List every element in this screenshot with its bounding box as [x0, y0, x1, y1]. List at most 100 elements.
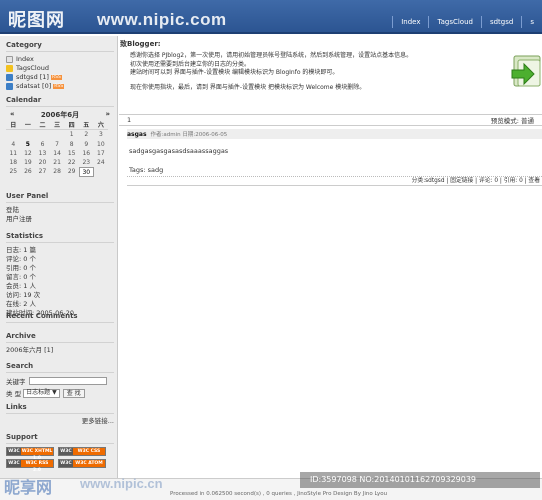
calendar-day[interactable]: 9	[79, 140, 94, 149]
calendar-day[interactable]: 23	[79, 158, 94, 167]
calendar-day[interactable]: 6	[35, 140, 50, 149]
calendar-day[interactable]: 16	[79, 149, 94, 158]
calendar-prev-button[interactable]: «	[10, 110, 15, 120]
view-mode[interactable]: 预览模式: 普通	[491, 115, 534, 125]
calendar-weekday: 一	[20, 121, 36, 131]
archive-title: Archive	[6, 332, 114, 343]
nav-more[interactable]: s	[521, 16, 542, 28]
login-link[interactable]: 登陆	[6, 206, 114, 215]
calendar-day[interactable]: 22	[64, 158, 79, 167]
type-row: 类 型 日志标题 ▼ 查 找	[6, 388, 114, 398]
search-type-select[interactable]: 日志标题 ▼	[23, 388, 60, 398]
calendar-empty-cell	[21, 130, 36, 139]
post-meta: 作者:admin 日期:2006-06-05	[150, 132, 228, 138]
calendar-day[interactable]: 17	[94, 149, 109, 158]
calendar-day[interactable]: 26	[21, 167, 36, 176]
keyword-row: 关键字	[6, 376, 114, 386]
calendar-day[interactable]: 10	[94, 140, 109, 149]
calendar-title: Calendar	[6, 96, 114, 107]
calendar-day[interactable]: 5	[21, 140, 36, 149]
search-type-value: 日志标题	[26, 389, 51, 396]
calendar-month: 2006年6月	[40, 111, 80, 119]
category-item-tagscloud[interactable]: TagsCloud	[6, 64, 114, 73]
calendar-day[interactable]: 11	[6, 149, 21, 158]
category-label: sdtgsd [1]	[16, 73, 49, 81]
calendar-day[interactable]: 12	[21, 149, 36, 158]
calendar-weekday: 日	[6, 121, 21, 131]
support-badges: W3C W3C XHTML 1.0 W3C W3C CSS W3C W3C RSS 2…	[6, 447, 114, 473]
recent-comments-title: Recent Comments	[6, 312, 114, 323]
more-links-link[interactable]: 更多链接...	[6, 417, 114, 426]
calendar-day[interactable]: 2	[79, 130, 94, 139]
welcome-title: 致Blogger:	[120, 40, 161, 48]
watermark-id: ID:3597098 NO:20140101162709329039	[300, 472, 540, 488]
calendar-day[interactable]: 25	[6, 167, 21, 176]
category-title: Category	[6, 41, 114, 52]
w3c-rss-badge[interactable]: W3C W3C RSS 2.0	[6, 459, 54, 473]
category-panel: Category Index TagsCloud sdtgsd [1] RSS …	[6, 41, 114, 91]
welcome-line: 建站时间可以到 界面与插件-设置模块 编辑模块标识为 BlogInfo 的模块即…	[130, 69, 339, 77]
rss-icon[interactable]: RSS	[53, 84, 65, 89]
calendar-day[interactable]: 27	[35, 167, 50, 176]
chevron-down-icon: ▼	[52, 389, 57, 396]
calendar-month-bar: « 2006年6月 »	[6, 110, 114, 120]
w3c-css-badge[interactable]: W3C W3C CSS	[58, 447, 106, 456]
keyword-label: 关键字	[6, 378, 26, 386]
calendar-day[interactable]: 15	[64, 149, 79, 158]
nav-sdtgsd[interactable]: sdtgsd	[480, 16, 521, 28]
archive-item[interactable]: 2006年六月 [1]	[6, 346, 114, 355]
site-header: 昵图网 www.nipic.com Index TagsCloud sdtgsd…	[0, 0, 542, 34]
nav-tagscloud[interactable]: TagsCloud	[428, 16, 481, 28]
calendar-weekday: 五	[78, 121, 94, 131]
calendar-day[interactable]: 3	[94, 130, 109, 139]
search-panel: Search 关键字 类 型 日志标题 ▼ 查 找	[6, 362, 114, 400]
calendar-day[interactable]: 29	[64, 167, 79, 176]
stat-line: 日志: 1 篇	[6, 246, 36, 254]
stat-line: 引用: 0 个	[6, 264, 36, 272]
page-icon	[6, 56, 13, 63]
w3c-atom-badge[interactable]: W3C W3C ATOM	[58, 459, 106, 468]
rss-icon[interactable]: RSS	[50, 75, 62, 80]
sidebar: Category Index TagsCloud sdtgsd [1] RSS …	[0, 36, 118, 478]
calendar-day[interactable]: 18	[6, 158, 21, 167]
calendar-day[interactable]: 30	[78, 167, 94, 177]
post-tags[interactable]: Tags: sadg	[129, 166, 163, 174]
calendar-weekday: 四	[64, 121, 79, 131]
calendar-day[interactable]: 1	[64, 130, 79, 139]
nav-index[interactable]: Index	[392, 16, 428, 28]
user-panel-title: User Panel	[6, 192, 114, 203]
stat-line: 留言: 0 个	[6, 273, 36, 281]
page-number[interactable]: 1	[127, 116, 131, 124]
post-footer[interactable]: 分类:sdtgsd | 固定链接 | 评论: 0 | 引用: 0 | 查看	[127, 176, 542, 186]
star-icon	[6, 65, 13, 72]
calendar-day[interactable]: 24	[94, 158, 109, 167]
calendar-day[interactable]: 28	[50, 167, 65, 176]
search-button[interactable]: 查 找	[62, 388, 85, 398]
statistics-title: Statistics	[6, 232, 114, 243]
calendar-day[interactable]: 20	[35, 158, 50, 167]
main-content: 致Blogger: 感谢你选择 PJblog2，第一次使用，请用初始管理员帐号登…	[119, 36, 542, 478]
post-body: sadgasgasgasasdsaaassaggas	[129, 147, 229, 155]
search-input[interactable]	[28, 377, 107, 385]
calendar-day[interactable]: 13	[35, 149, 50, 158]
calendar-next-button[interactable]: »	[105, 110, 110, 120]
archive-panel: Archive 2006年六月 [1]	[6, 332, 114, 355]
calendar-day[interactable]: 8	[64, 140, 79, 149]
post-title[interactable]: asgas	[127, 131, 147, 138]
register-link[interactable]: 用户注册	[6, 215, 114, 224]
calendar-day[interactable]: 4	[6, 140, 21, 149]
calendar-weekday: 二	[35, 121, 50, 131]
stat-line: 评论: 0 个	[6, 255, 36, 263]
welcome-line: 感谢你选择 PJblog2，第一次使用，请用初始管理员帐号登陆系统，然后到系统管…	[130, 52, 413, 59]
stat-line: 在线: 2 人	[6, 300, 36, 308]
category-item-sdtgsd[interactable]: sdtgsd [1] RSS	[6, 73, 114, 82]
calendar-day[interactable]: 14	[50, 149, 65, 158]
calendar-day[interactable]: 7	[50, 140, 65, 149]
category-label: Index	[16, 55, 34, 63]
w3c-xhtml-badge[interactable]: W3C W3C XHTML 1.0	[6, 447, 54, 461]
calendar-day[interactable]: 19	[21, 158, 36, 167]
calendar-day[interactable]: 21	[50, 158, 65, 167]
category-item-sdatsat[interactable]: sdatsat [0] RSS	[6, 82, 114, 91]
folder-arrow-icon	[511, 55, 541, 87]
category-item-index[interactable]: Index	[6, 55, 114, 64]
